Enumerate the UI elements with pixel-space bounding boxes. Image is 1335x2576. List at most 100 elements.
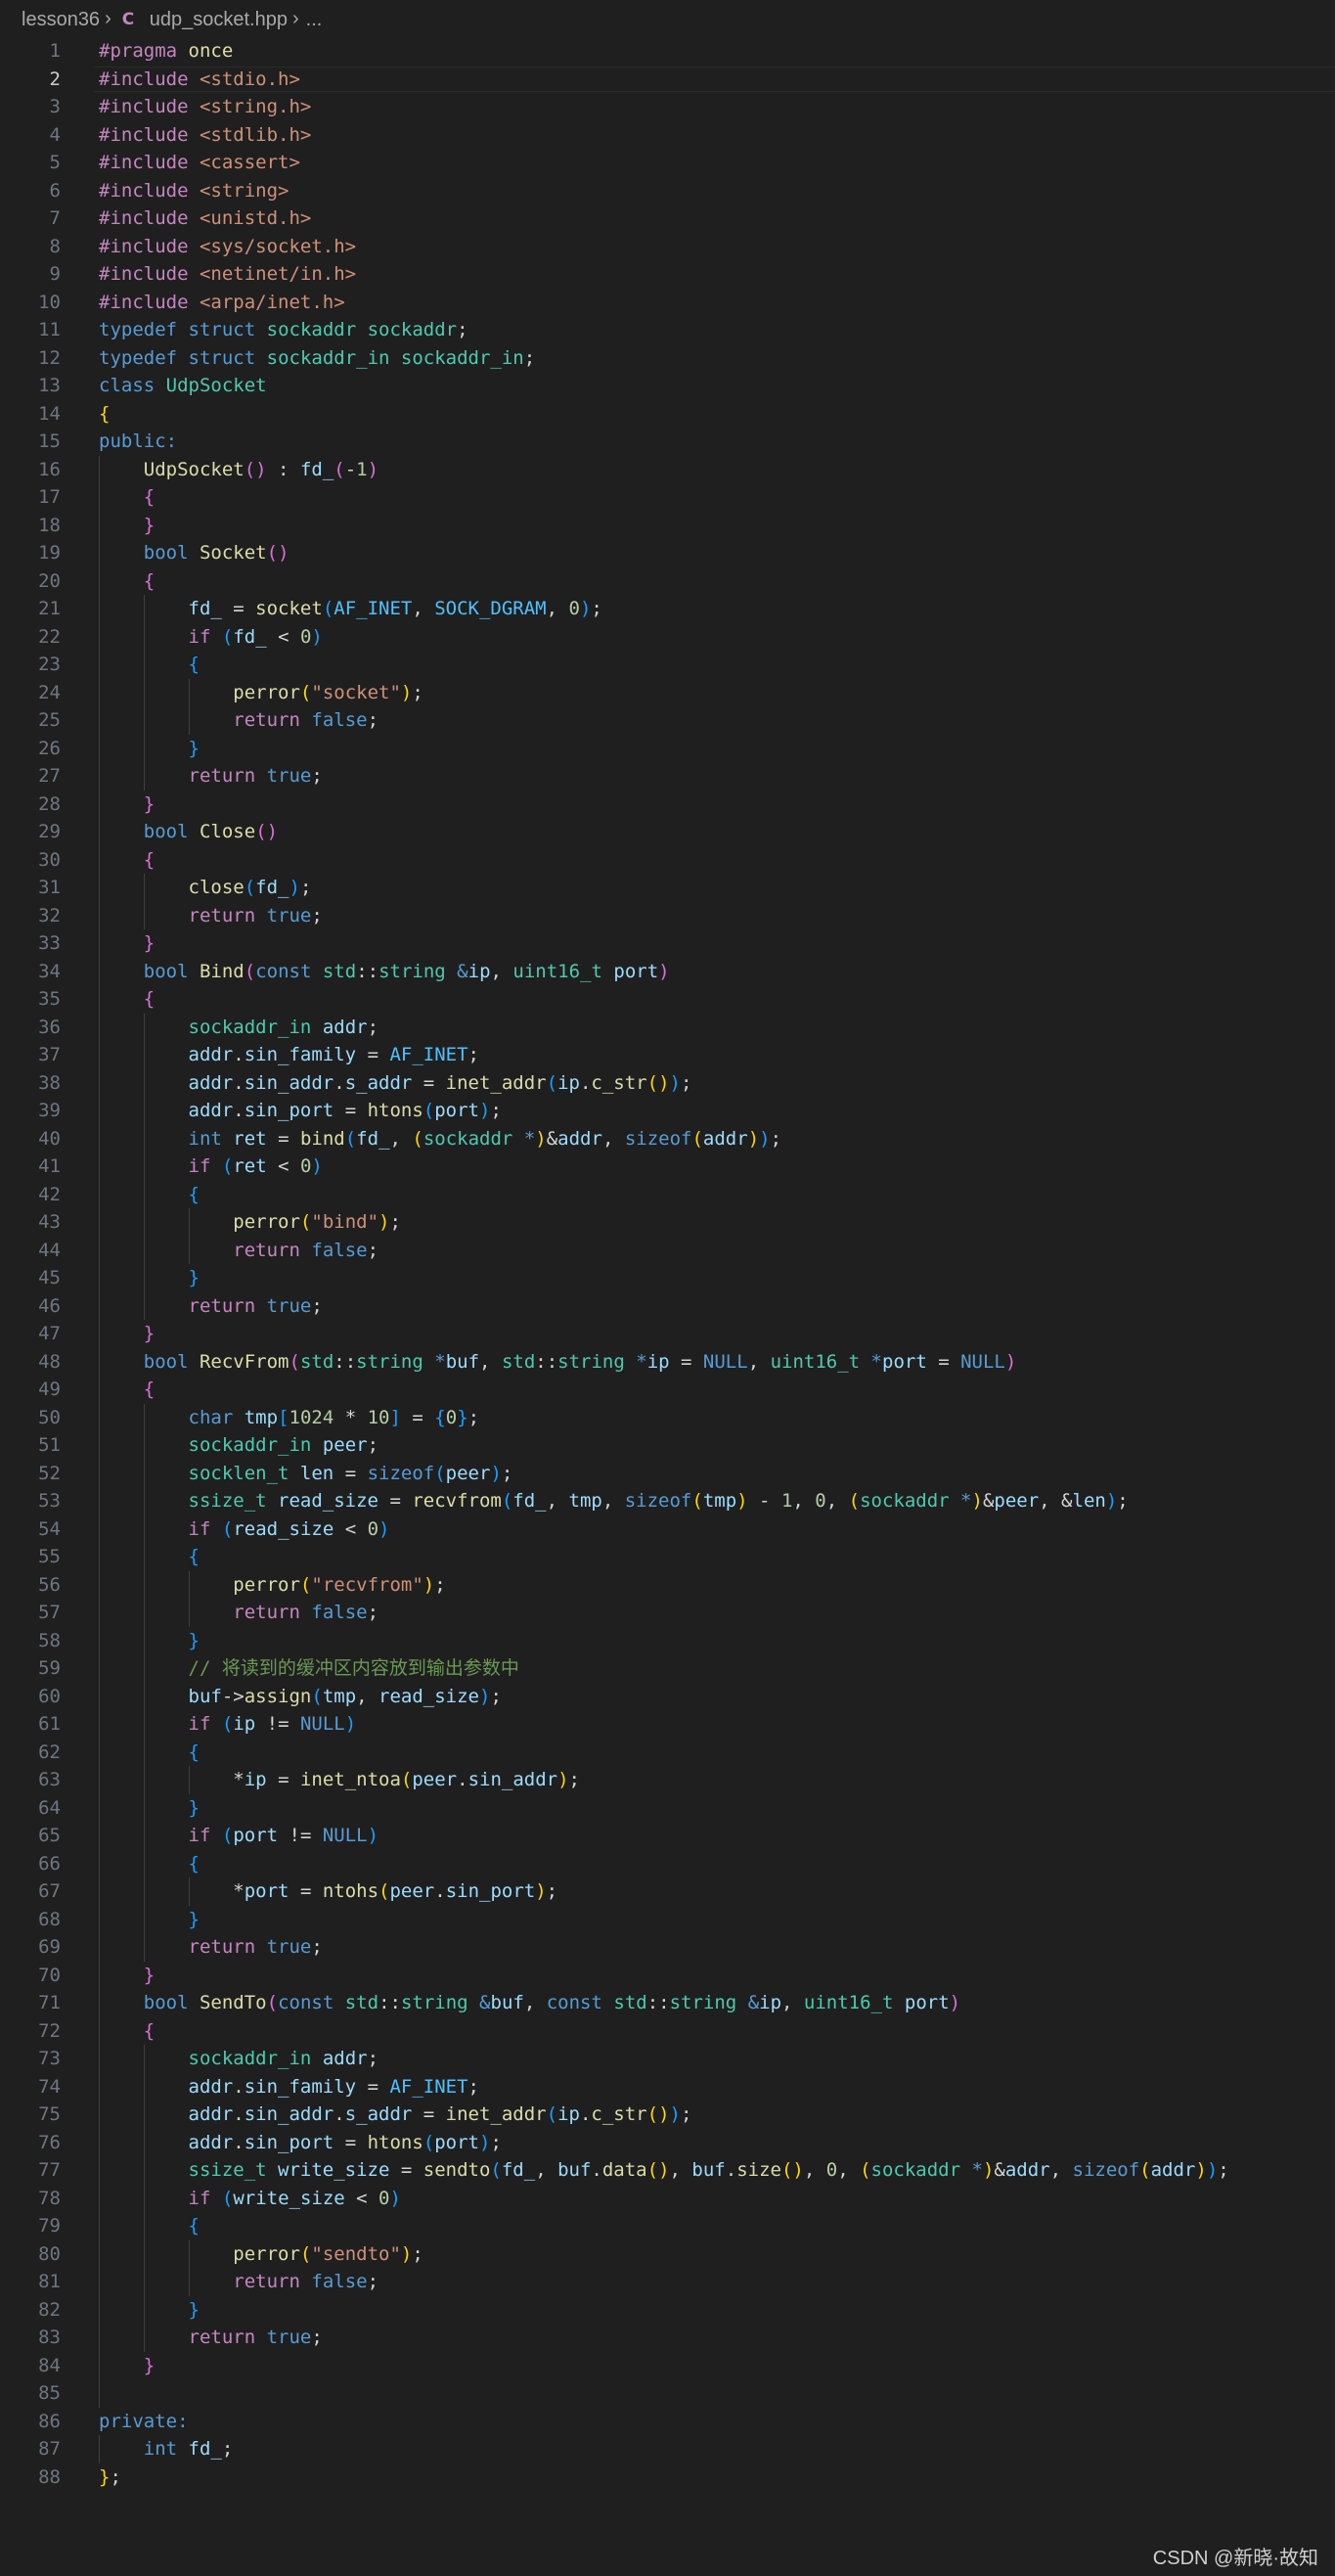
code-line[interactable]: 39 addr.sin_port = htons(port); — [0, 1097, 1335, 1125]
code-line[interactable]: 51 sockaddr_in peer; — [0, 1431, 1335, 1460]
code-line[interactable]: 36 sockaddr_in addr; — [0, 1013, 1335, 1041]
code-line[interactable]: 14 { — [0, 400, 1335, 429]
code-line[interactable]: 23 { — [0, 651, 1335, 679]
code-line[interactable]: 75 addr.sin_addr.s_addr = inet_addr(ip.c… — [0, 2101, 1335, 2129]
code-line[interactable]: 10 #include <arpa/inet.h> — [0, 289, 1335, 317]
code-line[interactable]: 37 addr.sin_family = AF_INET; — [0, 1041, 1335, 1069]
code-line[interactable]: 1 #pragma once — [0, 37, 1335, 66]
code-line[interactable]: 48 bool RecvFrom(std::string *buf, std::… — [0, 1347, 1335, 1376]
code-line[interactable]: 78 if (write_size < 0) — [0, 2184, 1335, 2212]
code-text: #pragma once — [99, 37, 233, 66]
code-line[interactable]: 25 return false; — [0, 706, 1335, 735]
code-line[interactable]: 4 #include <stdlib.h> — [0, 121, 1335, 150]
code-line[interactable]: 54 if (read_size < 0) — [0, 1514, 1335, 1543]
code-line[interactable]: 56 perror("recvfrom"); — [0, 1570, 1335, 1599]
code-line[interactable]: 12 typedef struct sockaddr_in sockaddr_in… — [0, 344, 1335, 373]
code-line[interactable]: 11 typedef struct sockaddr sockaddr; — [0, 316, 1335, 344]
code-line[interactable]: 72 { — [0, 2016, 1335, 2045]
code-line[interactable]: 42 { — [0, 1180, 1335, 1208]
code-line[interactable]: 24 perror("socket"); — [0, 678, 1335, 706]
code-line[interactable]: 30 { — [0, 845, 1335, 874]
code-line[interactable]: 28 } — [0, 790, 1335, 818]
code-line[interactable]: 45 } — [0, 1264, 1335, 1292]
code-line[interactable]: 19 bool Socket() — [0, 539, 1335, 567]
code-line[interactable]: 66 { — [0, 1849, 1335, 1877]
code-line[interactable]: 31 close(fd_); — [0, 874, 1335, 902]
code-line[interactable]: 43 perror("bind"); — [0, 1208, 1335, 1237]
code-line[interactable]: 82 } — [0, 2295, 1335, 2324]
code-editor[interactable]: 1 #pragma once 2 #include <stdio.h> 3 #includ… — [0, 37, 1335, 2491]
code-line[interactable]: 26 } — [0, 734, 1335, 762]
code-line[interactable]: 40 int ret = bind(fd_, (sockaddr *)&addr… — [0, 1124, 1335, 1152]
token-var: port — [613, 960, 659, 982]
code-line[interactable]: 35 { — [0, 985, 1335, 1014]
code-line[interactable]: 2 #include <stdio.h> — [0, 66, 1335, 94]
code-line[interactable]: 15 public: — [0, 428, 1335, 456]
breadcrumb-file[interactable]: udp_socket.hpp — [150, 9, 288, 31]
code-line[interactable]: 52 socklen_t len = sizeof(peer); — [0, 1459, 1335, 1487]
code-line[interactable]: 65 if (port != NULL) — [0, 1822, 1335, 1850]
code-line[interactable]: 61 if (ip != NULL) — [0, 1710, 1335, 1739]
code-line[interactable]: 84 } — [0, 2351, 1335, 2379]
code-line[interactable]: 13 class UdpSocket — [0, 372, 1335, 400]
code-line[interactable]: 44 return false; — [0, 1236, 1335, 1264]
code-line[interactable]: 55 { — [0, 1543, 1335, 1571]
code-line[interactable]: 5 #include <cassert> — [0, 149, 1335, 177]
code-line[interactable]: 18 } — [0, 511, 1335, 539]
token-macro: #include — [99, 68, 189, 90]
code-line[interactable]: 47 } — [0, 1320, 1335, 1348]
code-line[interactable]: 20 { — [0, 566, 1335, 595]
code-line[interactable]: 6 #include <string> — [0, 177, 1335, 205]
code-line[interactable]: 85 — [0, 2379, 1335, 2408]
breadcrumb-symbols[interactable]: ... — [306, 9, 323, 31]
code-line[interactable]: 34 bool Bind(const std::string &ip, uint… — [0, 957, 1335, 985]
code-line[interactable]: 53 ssize_t read_size = recvfrom(fd_, tmp… — [0, 1487, 1335, 1515]
code-line[interactable]: 77 ssize_t write_size = sendto(fd_, buf.… — [0, 2156, 1335, 2185]
code-line[interactable]: 67 *port = ntohs(peer.sin_port); — [0, 1877, 1335, 1906]
code-line[interactable]: 70 } — [0, 1961, 1335, 1989]
code-line[interactable]: 87 int fd_; — [0, 2435, 1335, 2463]
code-line[interactable]: 73 sockaddr_in addr; — [0, 2045, 1335, 2073]
token-cmt: // 将读到的缓冲区内容放到输出参数中 — [188, 1657, 519, 1679]
code-line[interactable]: 27 return true; — [0, 762, 1335, 791]
code-line[interactable]: 21 fd_ = socket(AF_INET, SOCK_DGRAM, 0); — [0, 595, 1335, 623]
code-line[interactable]: 71 bool SendTo(const std::string &buf, c… — [0, 1989, 1335, 2017]
code-line[interactable]: 62 { — [0, 1738, 1335, 1766]
code-line[interactable]: 9 #include <netinet/in.h> — [0, 260, 1335, 289]
code-line[interactable]: 86 private: — [0, 2408, 1335, 2436]
code-line[interactable]: 38 addr.sin_addr.s_addr = inet_addr(ip.c… — [0, 1068, 1335, 1097]
code-line[interactable]: 80 perror("sendto"); — [0, 2239, 1335, 2268]
code-line[interactable]: 32 return true; — [0, 901, 1335, 929]
code-line[interactable]: 7 #include <unistd.h> — [0, 204, 1335, 233]
code-line[interactable]: 46 return true; — [0, 1291, 1335, 1320]
code-line[interactable]: 59 // 将读到的缓冲区内容放到输出参数中 — [0, 1654, 1335, 1683]
breadcrumb-folder[interactable]: lesson36 — [22, 9, 100, 31]
code-line[interactable]: 74 addr.sin_family = AF_INET; — [0, 2072, 1335, 2101]
code-line[interactable]: 50 char tmp[1024 * 10] = {0}; — [0, 1403, 1335, 1431]
code-line[interactable]: 81 return false; — [0, 2268, 1335, 2296]
code-line[interactable]: 83 return true; — [0, 2324, 1335, 2352]
code-line[interactable]: 60 buf->assign(tmp, read_size); — [0, 1682, 1335, 1710]
code-line[interactable]: 49 { — [0, 1376, 1335, 1404]
code-line[interactable]: 63 *ip = inet_ntoa(peer.sin_addr); — [0, 1766, 1335, 1794]
code-line[interactable]: 8 #include <sys/socket.h> — [0, 233, 1335, 261]
code-line[interactable]: 57 return false; — [0, 1599, 1335, 1627]
token-b3: } — [457, 1406, 468, 1428]
code-line[interactable]: 41 if (ret < 0) — [0, 1152, 1335, 1181]
code-line[interactable]: 69 return true; — [0, 1933, 1335, 1962]
code-line[interactable]: 88}; — [0, 2463, 1335, 2492]
code-line[interactable]: 68 } — [0, 1905, 1335, 1933]
code-line[interactable]: 22 if (fd_ < 0) — [0, 622, 1335, 651]
code-line[interactable]: 58 } — [0, 1626, 1335, 1654]
code-line[interactable]: 64 } — [0, 1793, 1335, 1822]
code-line[interactable]: 33 } — [0, 929, 1335, 958]
code-line[interactable]: 17 { — [0, 483, 1335, 512]
code-line[interactable]: 3 #include <string.h> — [0, 93, 1335, 121]
code-line[interactable]: 29 bool Close() — [0, 818, 1335, 846]
code-line[interactable]: 79 { — [0, 2212, 1335, 2240]
token-var: buf — [188, 1685, 222, 1707]
code-line[interactable]: 16 UdpSocket() : fd_(-1) — [0, 455, 1335, 483]
code-line[interactable]: 76 addr.sin_port = htons(port); — [0, 2128, 1335, 2156]
